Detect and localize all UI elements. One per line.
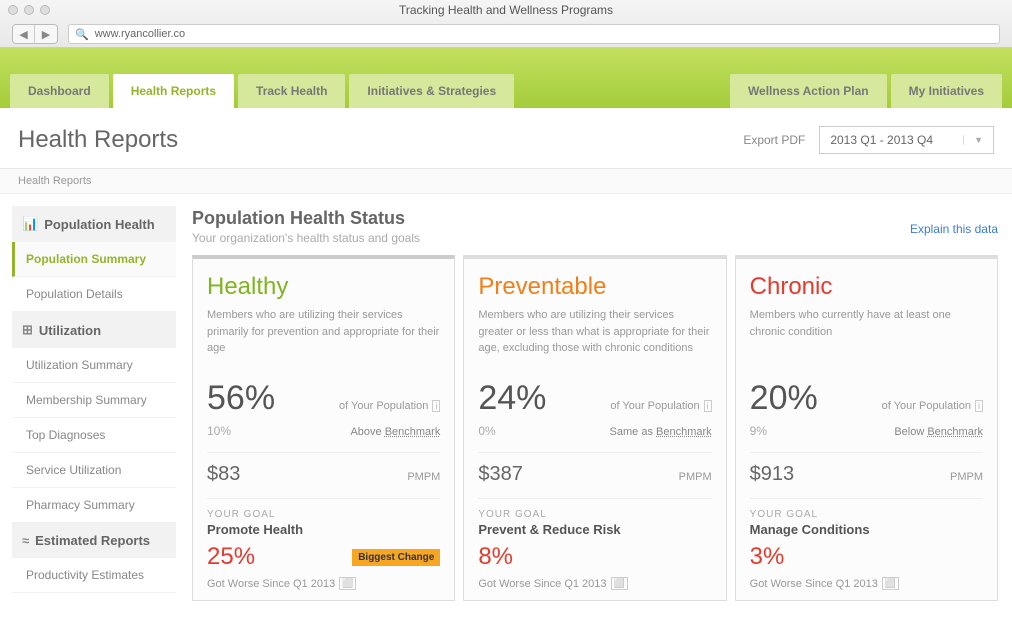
section-title: Population Health Status	[192, 208, 420, 229]
tab-dashboard[interactable]: Dashboard	[10, 74, 109, 108]
population-pct: 56%	[207, 379, 275, 418]
delta-pct: 9%	[750, 424, 767, 438]
info-icon[interactable]: i	[704, 400, 712, 412]
tab-initiatives-strategies[interactable]: Initiatives & Strategies	[349, 74, 514, 108]
pmpm-label: PMPM	[679, 471, 712, 483]
grid-icon: ⊞	[22, 322, 33, 338]
nav-back-forward[interactable]: ◀ ▶	[12, 24, 58, 44]
goal-pct: 8%	[478, 543, 513, 571]
date-range-select[interactable]: 2013 Q1 - 2013 Q4 ▼	[819, 126, 994, 154]
goal-heading: YOUR GOAL	[478, 509, 711, 520]
sidebar-item-population-details[interactable]: Population Details	[12, 277, 176, 312]
url-text: www.ryancollier.co	[95, 28, 185, 40]
chart-icon: 📊	[22, 216, 38, 232]
url-bar[interactable]: 🔍 www.ryancollier.co	[68, 24, 1000, 44]
sidebar-item-population-summary[interactable]: Population Summary	[12, 242, 176, 277]
page-header: Health Reports Export PDF 2013 Q1 - 2013…	[0, 108, 1012, 169]
tabs-right: Wellness Action PlanMy Initiatives	[730, 74, 1002, 108]
trend-text: Got Worse Since Q1 2013 ⬜	[750, 577, 983, 590]
card-title: Chronic	[750, 273, 983, 301]
benchmark-label: Below Benchmark	[894, 426, 983, 438]
population-pct: 24%	[478, 379, 546, 418]
trend-text: Got Worse Since Q1 2013 ⬜	[478, 577, 711, 590]
card-description: Members who are utilizing their services…	[478, 307, 711, 361]
sidebar-item-pharmacy-summary[interactable]: Pharmacy Summary	[12, 488, 176, 523]
export-pdf-link[interactable]: Export PDF	[743, 133, 805, 147]
chevron-down-icon: ▼	[963, 135, 983, 145]
delta-pct: 0%	[478, 424, 495, 438]
back-icon[interactable]: ◀	[13, 25, 35, 43]
cost-value: $913	[750, 463, 795, 486]
card-healthy[interactable]: Healthy Members who are utilizing their s…	[192, 255, 455, 601]
card-chronic[interactable]: Chronic Members who currently have at lea…	[735, 255, 998, 601]
benchmark-label: Same as Benchmark	[610, 426, 712, 438]
search-icon: 🔍	[75, 28, 89, 41]
cost-value: $83	[207, 463, 240, 486]
card-title: Healthy	[207, 273, 440, 301]
pmpm-label: PMPM	[950, 471, 983, 483]
goal-pct: 25%	[207, 543, 255, 571]
cards-row: Healthy Members who are utilizing their s…	[192, 255, 998, 601]
top-nav-banner: DashboardHealth ReportsTrack HealthIniti…	[0, 48, 1012, 108]
tab-wellness-action-plan[interactable]: Wellness Action Plan	[730, 74, 887, 108]
approx-icon: ≈	[22, 533, 29, 548]
sidebar-item-top-diagnoses[interactable]: Top Diagnoses	[12, 418, 176, 453]
tab-health-reports[interactable]: Health Reports	[113, 74, 234, 108]
sidebar-item-utilization-summary[interactable]: Utilization Summary	[12, 348, 176, 383]
sidebar-section-utilization[interactable]: ⊞Utilization	[12, 312, 176, 348]
sidebar-item-membership-summary[interactable]: Membership Summary	[12, 383, 176, 418]
window-title: Tracking Health and Wellness Programs	[0, 3, 1012, 17]
benchmark-label: Above Benchmark	[350, 426, 440, 438]
date-range-value: 2013 Q1 - 2013 Q4	[830, 133, 933, 147]
chart-icon[interactable]: ⬜	[882, 577, 899, 590]
info-icon[interactable]: i	[432, 400, 440, 412]
main-content: Population Health Status Your organizati…	[176, 194, 1012, 601]
pmpm-label: PMPM	[407, 471, 440, 483]
card-description: Members who currently have at least one …	[750, 307, 983, 361]
card-preventable[interactable]: Preventable Members who are utilizing the…	[463, 255, 726, 601]
goal-heading: YOUR GOAL	[207, 509, 440, 520]
population-label: of Your Population i	[882, 400, 983, 412]
cost-value: $387	[478, 463, 523, 486]
goal-name: Manage Conditions	[750, 522, 983, 537]
tab-track-health[interactable]: Track Health	[238, 74, 345, 108]
population-label: of Your Population i	[610, 400, 711, 412]
biggest-change-badge: Biggest Change	[352, 549, 440, 566]
explain-data-link[interactable]: Explain this data	[910, 222, 998, 236]
goal-heading: YOUR GOAL	[750, 509, 983, 520]
chart-icon[interactable]: ⬜	[611, 577, 628, 590]
breadcrumb[interactable]: Health Reports	[0, 169, 1012, 194]
goal-pct: 3%	[750, 543, 785, 571]
population-label: of Your Population i	[339, 400, 440, 412]
page-title: Health Reports	[18, 126, 178, 154]
sidebar: 📊Population HealthPopulation SummaryPopu…	[0, 194, 176, 601]
section-subtitle: Your organization's health status and go…	[192, 231, 420, 245]
goal-name: Prevent & Reduce Risk	[478, 522, 711, 537]
population-pct: 20%	[750, 379, 818, 418]
sidebar-item-service-utilization[interactable]: Service Utilization	[12, 453, 176, 488]
sidebar-section-estimated-reports[interactable]: ≈Estimated Reports	[12, 523, 176, 558]
goal-name: Promote Health	[207, 522, 440, 537]
card-description: Members who are utilizing their services…	[207, 307, 440, 361]
forward-icon[interactable]: ▶	[35, 25, 57, 43]
browser-chrome: Tracking Health and Wellness Programs ◀ …	[0, 0, 1012, 48]
sidebar-section-population-health[interactable]: 📊Population Health	[12, 206, 176, 242]
sidebar-item-productivity-estimates[interactable]: Productivity Estimates	[12, 558, 176, 593]
tab-my-initiatives[interactable]: My Initiatives	[891, 74, 1002, 108]
tabs-left: DashboardHealth ReportsTrack HealthIniti…	[10, 74, 730, 108]
chart-icon[interactable]: ⬜	[339, 577, 356, 590]
trend-text: Got Worse Since Q1 2013 ⬜	[207, 577, 440, 590]
card-title: Preventable	[478, 273, 711, 301]
delta-pct: 10%	[207, 424, 231, 438]
info-icon[interactable]: i	[975, 400, 983, 412]
